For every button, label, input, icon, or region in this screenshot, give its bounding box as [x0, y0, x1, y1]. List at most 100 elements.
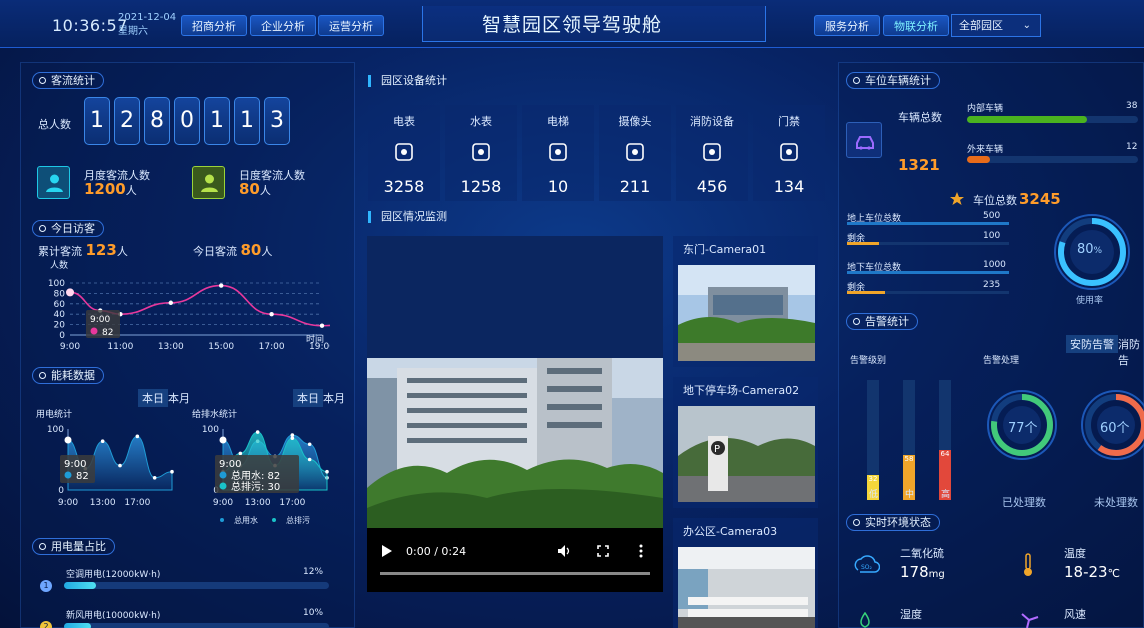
ground-remain-fill — [847, 242, 880, 245]
car-icon — [846, 122, 882, 158]
water-tab-month[interactable]: 本月 — [319, 389, 349, 407]
tooltip-line: 82 — [76, 471, 89, 482]
data-point — [219, 283, 224, 288]
data-point — [135, 434, 140, 439]
x-tick-label: 13:00 — [245, 498, 271, 508]
volume-icon[interactable] — [557, 544, 571, 558]
daily-visitor-icon — [192, 166, 225, 199]
total-digit: 3 — [264, 97, 290, 145]
data-point — [269, 312, 274, 317]
device-card[interactable]: 摄像头 211 — [599, 105, 671, 201]
device-name: 电表 — [393, 115, 415, 128]
x-tick-label: 9:00 — [60, 342, 80, 352]
device-count: 134 — [773, 177, 805, 196]
x-tick-label: 11:00 — [107, 342, 133, 352]
svg-text:P: P — [714, 444, 720, 455]
data-point — [255, 430, 260, 434]
internal-vehicles-fill — [967, 116, 1088, 123]
cumulative-label: 累计客流 — [38, 245, 82, 258]
device-card[interactable]: 门禁 134 — [753, 105, 825, 201]
total-digit: 1 — [234, 97, 260, 145]
underground-remain-value: 235 — [983, 280, 1001, 290]
x-axis-label: 时间 — [306, 335, 325, 345]
nav-service-analysis[interactable]: 服务分析 — [814, 15, 880, 36]
humidity-icon — [860, 612, 870, 628]
device-name: 消防设备 — [690, 115, 734, 128]
play-icon[interactable] — [381, 544, 393, 558]
data-point — [307, 457, 312, 462]
park-scope-select[interactable]: 全部园区 ⌄ — [951, 14, 1041, 37]
data-point — [307, 442, 312, 447]
more-options-icon[interactable] — [638, 544, 644, 558]
camera-icon — [626, 143, 644, 161]
fullscreen-icon[interactable] — [597, 545, 609, 557]
active-data-point — [64, 436, 72, 444]
y-tick-label: 0 — [59, 331, 65, 341]
alarm-tab-fire[interactable]: 消防告 — [1114, 335, 1144, 369]
monthly-visitor-value: 1200 — [84, 180, 126, 198]
nav-enterprise-analysis[interactable]: 企业分析 — [250, 15, 316, 36]
co2-value-wrap: 178mg — [900, 563, 945, 581]
camera-card[interactable]: 东门-Camera01 — [673, 236, 818, 367]
nav-operation-analysis[interactable]: 运营分析 — [318, 15, 384, 36]
unprocessed-label: 未处理数 — [1094, 496, 1138, 509]
daily-visitor-value: 80 — [239, 180, 260, 198]
today-visitors: 今日客流 80人 — [193, 241, 272, 259]
section-visitor-stats: 客流统计 — [32, 72, 104, 89]
page-title: 智慧园区领导驾驶舱 — [481, 14, 662, 36]
alarm-level-value: 58 — [904, 454, 914, 463]
nav-iot-analysis[interactable]: 物联分析 — [883, 15, 949, 36]
x-tick-label: 13:00 — [90, 498, 116, 508]
active-data-point — [66, 288, 74, 297]
device-card[interactable]: 水表 1258 — [445, 105, 517, 201]
total-digit: 8 — [144, 97, 170, 145]
meter-icon — [395, 143, 413, 161]
alarm-level-label: 告警级别 — [850, 356, 887, 366]
power-share-percent: 12% — [303, 567, 324, 577]
wind-icon — [1021, 613, 1039, 628]
data-point — [325, 469, 329, 474]
power-tab-month[interactable]: 本月 — [164, 389, 194, 407]
camera-parking-thumbnail: P — [678, 406, 815, 502]
camera-name: 地下停车场-Camera02 — [683, 384, 800, 397]
tooltip-line: 总用水: 82 — [231, 469, 280, 482]
power-share-percent: 10% — [303, 608, 324, 618]
y-tick-label: 80 — [54, 289, 66, 299]
data-point — [168, 300, 173, 305]
y-tick-label: 20 — [54, 321, 66, 331]
video-controls — [367, 528, 663, 592]
access-door-icon — [780, 143, 798, 161]
usage-rate-value: 80% — [1077, 242, 1102, 257]
total-digit: 1 — [204, 97, 230, 145]
daily-visitor-unit: 人 — [259, 184, 271, 197]
device-card[interactable]: 消防设备 456 — [676, 105, 748, 201]
video-player[interactable]: 0:00 / 0:24 — [367, 236, 663, 592]
total-people-label: 总人数 — [38, 118, 71, 131]
x-tick-label: 17:00 — [259, 342, 285, 352]
usage-rate-label: 使用率 — [1076, 296, 1104, 306]
device-card[interactable]: 电表 3258 — [368, 105, 440, 201]
chart-tooltip: 9:00 82 — [86, 310, 120, 338]
today-unit: 人 — [261, 245, 273, 258]
ground-spaces-value: 500 — [983, 211, 1001, 221]
device-card[interactable]: 电梯 10 — [522, 105, 594, 201]
power-share-track — [64, 623, 329, 628]
x-tick-label: 17:00 — [124, 498, 150, 508]
weekday-text: 星期六 — [118, 26, 148, 37]
camera-card[interactable]: 办公区-Camera03 — [673, 518, 818, 628]
camera-card[interactable]: 地下停车场-Camera02 P — [673, 377, 818, 508]
today-label: 今日客流 — [193, 245, 237, 258]
parking-spaces-value: 3245 — [1019, 190, 1061, 208]
section-today-visitors: 今日访客 — [32, 220, 104, 237]
underground-remain-fill — [847, 291, 886, 294]
processed-label: 已处理数 — [1002, 496, 1046, 509]
today-value: 80 — [240, 241, 262, 259]
power-share-fill — [64, 623, 91, 628]
nav-investment-analysis[interactable]: 招商分析 — [181, 15, 247, 36]
device-name: 电梯 — [547, 115, 569, 128]
tooltip-marker — [219, 471, 227, 479]
daily-visitor-value-wrap: 80人 — [239, 180, 271, 198]
alarm-tab-security[interactable]: 安防告警 — [1066, 335, 1118, 353]
y-tick-label: 0 — [58, 486, 64, 496]
video-progress-bar[interactable] — [380, 572, 650, 575]
